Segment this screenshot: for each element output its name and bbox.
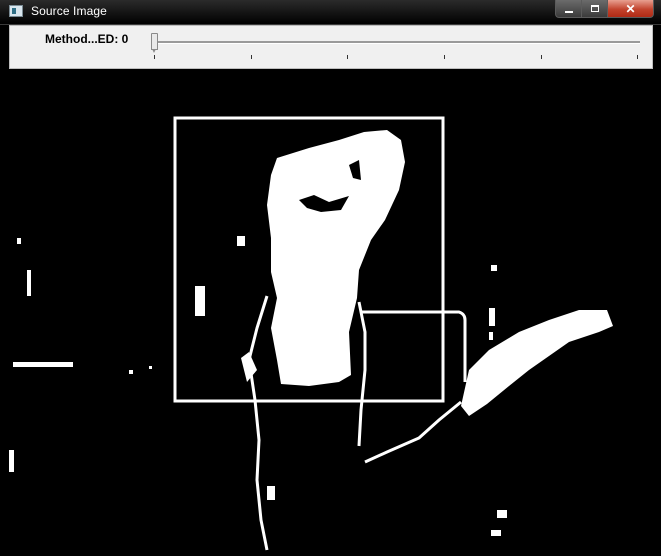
maximize-icon bbox=[590, 5, 599, 12]
window-controls: ✕ bbox=[555, 0, 654, 18]
maximize-button[interactable] bbox=[582, 0, 608, 18]
slider-tick bbox=[154, 55, 155, 59]
binary-image-canvas bbox=[9, 70, 653, 552]
opencv-window: Source Image ✕ Method...ED: 0 bbox=[0, 0, 661, 556]
slider-tick bbox=[637, 55, 638, 59]
slider-tick bbox=[251, 55, 252, 59]
app-window-icon bbox=[9, 5, 23, 17]
trackbar-panel: Method...ED: 0 bbox=[9, 25, 653, 69]
title-bar[interactable]: Source Image ✕ bbox=[0, 0, 661, 25]
slider-thumb[interactable] bbox=[151, 33, 158, 53]
slider-tick bbox=[347, 55, 348, 59]
slider-tick bbox=[444, 55, 445, 59]
trackbar-label: Method...ED: 0 bbox=[45, 32, 129, 46]
minimize-button[interactable] bbox=[555, 0, 582, 18]
slider-track[interactable] bbox=[156, 41, 640, 44]
close-icon: ✕ bbox=[625, 1, 636, 16]
window-title: Source Image bbox=[31, 4, 107, 18]
minimize-icon bbox=[564, 10, 573, 13]
slider-tick bbox=[541, 55, 542, 59]
thresholded-image bbox=[9, 70, 653, 552]
close-button[interactable]: ✕ bbox=[608, 0, 654, 18]
